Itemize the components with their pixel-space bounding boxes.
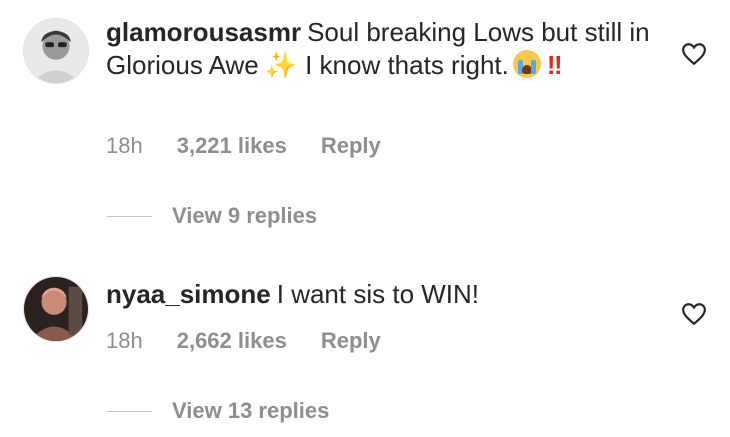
double-exclamation-icon: ‼: [546, 50, 563, 80]
comment-item: nyaa_simone I want sis to WIN! 18h 2,662 …: [0, 252, 730, 437]
view-replies-button[interactable]: View 9 replies: [107, 203, 317, 229]
heart-icon[interactable]: [681, 302, 707, 326]
likes-count[interactable]: 2,662 likes: [177, 328, 287, 354]
view-replies-button[interactable]: View 13 replies: [107, 398, 329, 424]
comment-meta: 18h 2,662 likes Reply: [106, 328, 415, 354]
reply-button[interactable]: Reply: [321, 328, 381, 354]
view-replies-label: View 9 replies: [172, 203, 318, 228]
comment-meta: 18h 3,221 likes Reply: [106, 133, 415, 159]
view-replies-label: View 13 replies: [172, 398, 330, 423]
likes-count[interactable]: 3,221 likes: [177, 133, 287, 159]
avatar[interactable]: [23, 276, 89, 342]
comment-text-part2: I know thats right.: [305, 50, 509, 80]
comment-text: glamorousasmr Soul breaking Lows but stil…: [106, 16, 666, 82]
comments-page: glamorousasmr Soul breaking Lows but stil…: [0, 0, 730, 437]
comment-text-content: I want sis to WIN!: [276, 279, 480, 309]
replies-divider: [107, 215, 152, 217]
loudly-crying-face-icon: [512, 50, 541, 78]
comment-text: nyaa_simone I want sis to WIN!: [106, 278, 666, 311]
comment-time: 18h: [106, 133, 143, 158]
comment-item: glamorousasmr Soul breaking Lows but stil…: [0, 0, 730, 240]
sparkles-emoji-icon: ✨: [264, 50, 298, 80]
reply-button[interactable]: Reply: [321, 133, 381, 159]
comment-username[interactable]: nyaa_simone: [106, 279, 271, 309]
comment-username[interactable]: glamorousasmr: [106, 17, 301, 47]
avatar[interactable]: [23, 18, 89, 84]
replies-divider: [107, 410, 152, 412]
comment-time: 18h: [106, 328, 143, 353]
heart-icon[interactable]: [681, 42, 707, 66]
